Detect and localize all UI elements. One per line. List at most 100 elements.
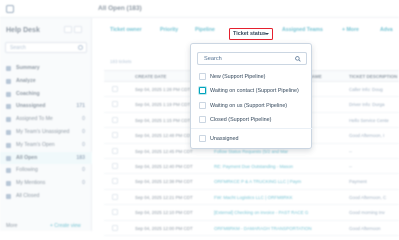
cell-create-date: Sep 04, 2025 12:40 PM CDT [135,164,193,169]
sidebar-item[interactable]: Following 0 [0,164,92,177]
checkbox[interactable] [199,101,206,109]
sidebar-item[interactable]: Assigned To Me 0 [0,113,92,126]
filter-ticket-status-label: Ticket status [233,31,266,37]
nav-icon [6,91,11,97]
status-option-waiting-on-contact[interactable]: Waiting on contact (Support Pipeline) [191,84,313,98]
view-title: All Open (183) [98,5,142,12]
sidebar-item[interactable]: Summary [0,62,92,75]
row-checkbox[interactable] [112,132,118,139]
column-header-create-date[interactable]: CREATE DATE [135,74,166,79]
nav-icon [6,155,11,161]
sidebar-item[interactable]: Analyze [0,75,92,88]
sidebar-footer: More + Create view [0,223,92,231]
checkbox[interactable] [199,135,206,142]
filter-ticket-status[interactable]: Ticket status [229,28,273,40]
cell-create-date: Sep 04, 2025 12:45 PM CDT [135,148,193,154]
create-view-link[interactable]: + Create view [50,223,81,229]
nav-icon [6,117,11,123]
cell-ticket-name[interactable]: Follow Status Requests (5/2 and Mar [214,149,288,154]
cell-ticket-name[interactable]: ORFMRKCE P & A TRUCKING LLC | Paym [214,179,301,184]
sidebar-item[interactable]: Unassigned 171 [0,100,92,113]
row-checkbox[interactable] [112,178,118,185]
cell-create-date: Sep 04, 2025 1:15 PM CDT [135,117,191,123]
cell-ticket-description: Good Afternoon, I [349,133,385,139]
cell-ticket-name[interactable]: RE: Payment Due Outstanding - Mason [214,164,293,169]
sidebar-item[interactable]: All Open 183 [0,151,92,165]
cell-create-date: Sep 04, 2025 12:21 PM CDT [135,194,193,200]
row-checkbox[interactable] [112,147,118,154]
sidebar-item-label: Assigned To Me [16,116,53,123]
cell-ticket-description: -- [349,148,352,154]
option-label: Unassigned [210,136,239,142]
menu-icon[interactable] [6,5,14,13]
table-row[interactable]: Sep 04, 2025 12:00 PM CDT ORFM8RKM - DAMA… [104,221,399,236]
nav-icon [6,142,11,148]
option-label: New (Support Pipeline) [210,74,266,80]
sidebar-item[interactable]: My Team's Open 0 [0,139,92,152]
cell-create-date: Sep 04, 2025 12:00 PM CDT [135,225,193,231]
sidebar-title: Help Desk [6,27,40,34]
cell-ticket-description: -- [349,164,352,169]
dropdown-divider [191,128,313,129]
nav-icon [6,66,11,71]
ticket-status-dropdown: New (Support Pipeline) Waiting on contac… [190,43,313,149]
sidebar-search-input[interactable]: Search [5,42,87,53]
option-label: Waiting on contact (Support Pipeline) [210,88,299,95]
filter-advanced[interactable]: Adva [380,27,393,33]
collapse-icon[interactable] [74,26,82,33]
sidebar-item-label: My Team's Unassigned [16,128,70,135]
sidebar-item[interactable]: My Mentions 0 [0,177,92,190]
sidebar-item[interactable]: Coaching [0,88,92,101]
sidebar-item-count: 0 [82,128,85,135]
sidebar-item[interactable]: All Closed [0,190,92,203]
sidebar-item-label: Analyze [16,77,36,84]
filter-priority[interactable]: Priority [160,27,178,33]
cell-create-date: Sep 04, 2025 12:38 PM CDT [135,179,193,185]
cell-ticket-name[interactable]: FW: Macht Logistics LLC | ORFM8RKK [214,195,293,200]
status-option-closed[interactable]: Closed (Support Pipeline) [191,113,313,127]
filter-ticket-owner[interactable]: Ticket owner [110,27,142,33]
nav-icon [6,193,11,199]
row-checkbox[interactable] [112,116,118,123]
cell-create-date: Sep 04, 2025 1:28 PM CDT [135,87,191,92]
cell-ticket-name[interactable]: [External] Checking on invoice - PAST RA… [214,210,308,215]
status-option-new[interactable]: New (Support Pipeline) [191,70,313,84]
status-option-waiting-on-us[interactable]: Waiting on us (Support Pipeline) [191,99,313,113]
records-count: 183 tickets [110,59,132,64]
status-option-unassigned[interactable]: Unassigned [191,132,313,146]
sidebar-item-label: Summary [16,65,40,71]
table-row[interactable]: Sep 04, 2025 12:10 PM CDT [External] Chec… [104,205,399,221]
table-row[interactable]: Sep 04, 2025 12:38 PM CDT ORFMRKCE P & A … [104,174,399,190]
sidebar-item-count: 0 [82,141,85,148]
filter-more[interactable]: + More [342,27,359,33]
sidebar-item[interactable]: My Team's Unassigned 0 [0,126,92,139]
table-row[interactable]: Sep 04, 2025 12:40 PM CDT RE: Payment Due… [104,159,399,175]
dropdown-search-box [197,52,307,65]
row-checkbox[interactable] [112,101,118,108]
row-checkbox[interactable] [112,209,118,216]
sidebar-item-label: Following [16,167,38,174]
cell-create-date: Sep 04, 2025 12:48 PM CDT [135,133,193,139]
cell-ticket-description: Caller Info: Doug [349,87,383,92]
settings-icon[interactable] [64,26,72,33]
option-label: Waiting on us (Support Pipeline) [210,102,288,109]
checkbox[interactable] [199,87,206,95]
column-header-ticket-description[interactable]: TICKET DESCRIPTION [349,74,397,79]
sidebar-item-label: My Team's Open [16,141,55,148]
row-checkbox[interactable] [112,86,118,92]
filter-pipeline[interactable]: Pipeline [195,27,215,33]
row-checkbox[interactable] [112,224,118,231]
cell-ticket-description: Good Afternoon, C [349,194,387,200]
sidebar-item-count: 0 [82,167,85,174]
row-checkbox[interactable] [112,163,118,169]
cell-ticket-description: Good Afternoon [349,225,381,231]
filter-assigned-teams[interactable]: Assigned Teams [282,27,323,33]
more-views-button[interactable]: More [6,223,17,229]
checkbox[interactable] [199,116,206,124]
checkbox[interactable] [199,73,206,80]
dropdown-search-input[interactable] [204,55,294,63]
row-checkbox[interactable] [112,193,118,200]
cell-ticket-name[interactable]: ORFM8RKM - DAMARAGH TRANSPORTATION [214,226,312,231]
sidebar-search-placeholder: Search [10,45,26,51]
table-row[interactable]: Sep 04, 2025 12:21 PM CDT FW: Macht Logis… [104,190,399,206]
